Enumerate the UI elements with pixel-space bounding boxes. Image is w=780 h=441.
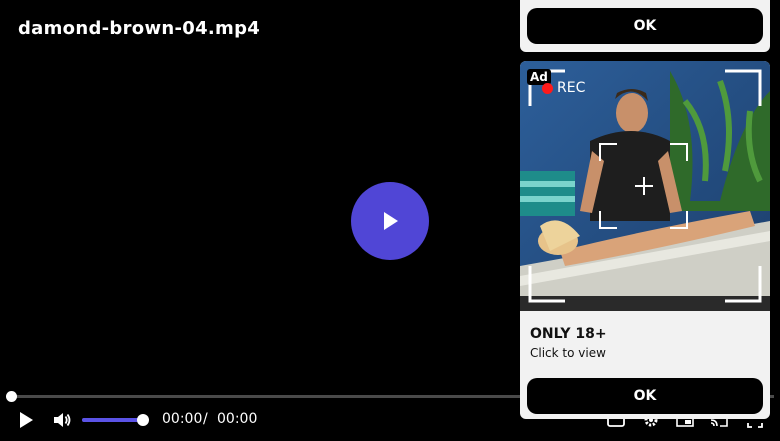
ad-card[interactable]: Ad REC ONLY 18+ Click to view OK (520, 61, 770, 419)
ad-image[interactable] (520, 61, 770, 311)
time-separator: / (203, 411, 208, 427)
ad-headline[interactable]: ONLY 18+ (530, 326, 607, 342)
ad-ok-button[interactable]: OK (527, 378, 763, 414)
play-icon (20, 412, 33, 428)
current-time: 00:00 (162, 411, 203, 427)
rec-label: REC (557, 80, 586, 96)
ad-subtext[interactable]: Click to view (530, 346, 606, 360)
rec-indicator: REC (542, 80, 585, 96)
ad-banner-top[interactable]: OK (520, 0, 770, 52)
mute-button[interactable] (50, 408, 74, 432)
big-play-button[interactable] (351, 182, 429, 260)
ad-top-ok-button[interactable]: OK (527, 8, 763, 44)
duration: 00:00 (217, 411, 258, 427)
volume-handle[interactable] (137, 414, 149, 426)
seek-handle[interactable] (6, 391, 17, 402)
video-title: damond-brown-04.mp4 (18, 18, 261, 39)
rec-dot-icon (542, 82, 553, 94)
volume-icon (54, 413, 71, 427)
play-button[interactable] (14, 408, 38, 432)
play-icon (384, 212, 398, 230)
